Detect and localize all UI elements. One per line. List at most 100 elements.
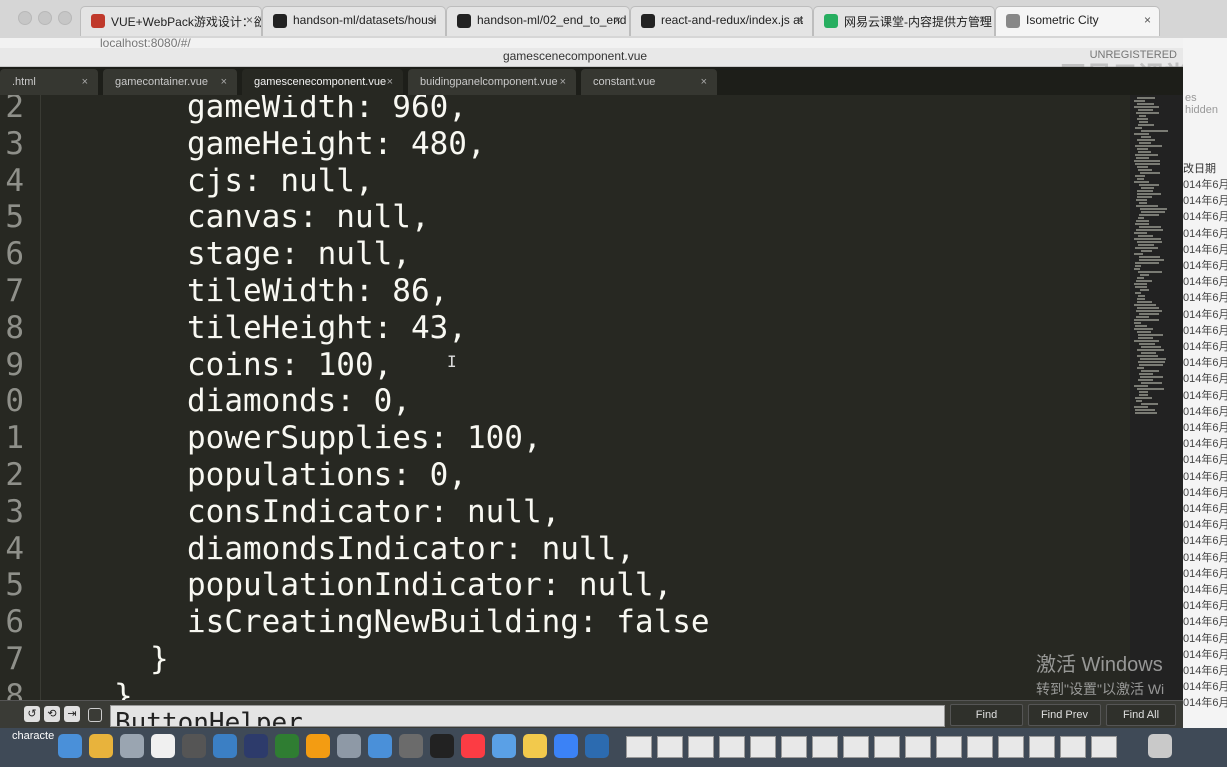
code-line[interactable]: 0 diamonds: 0, [0,383,1130,420]
code-text[interactable]: consIndicator: null, [187,494,560,531]
dock-document-thumbnail[interactable] [626,736,652,758]
code-line[interactable]: 4 cjs: null, [0,163,1130,200]
browser-tab[interactable]: 网易云课堂-内容提供方管理 × [813,6,995,36]
code-line[interactable]: 9 coins: 100, [0,347,1130,384]
find-button[interactable]: Find [950,704,1023,726]
trash-icon[interactable] [1148,734,1172,758]
code-line[interactable]: 3 consIndicator: null, [0,494,1130,531]
zoom-window-icon[interactable] [58,11,72,25]
code-line[interactable]: 5 canvas: null, [0,199,1130,236]
dock-document-thumbnail[interactable] [1060,736,1086,758]
editor-tab[interactable]: constant.vue × [581,69,717,95]
code-line[interactable]: 6 stage: null, [0,236,1130,273]
editor-tab[interactable]: .html × [0,69,98,95]
books-icon[interactable] [306,734,330,758]
code-text[interactable]: } [150,641,169,678]
code-text[interactable]: cjs: null, [187,163,374,200]
virtualbox-icon[interactable] [399,734,423,758]
close-tab-icon[interactable]: × [430,13,437,27]
case-icon[interactable]: ⟲ [44,706,60,722]
wrap-icon[interactable] [88,708,102,722]
dock-document-thumbnail[interactable] [781,736,807,758]
close-tab-icon[interactable]: × [797,13,804,27]
code-line[interactable]: 3 gameHeight: 480, [0,126,1130,163]
dock-document-thumbnail[interactable] [936,736,962,758]
close-tab-icon[interactable]: × [82,76,88,88]
browser-tab[interactable]: Isometric City × [995,6,1160,36]
sublime-icon[interactable] [182,734,206,758]
word-icon[interactable]: ⇥ [64,706,80,722]
code-line[interactable]: 7} [0,641,1130,678]
dock-document-thumbnail[interactable] [750,736,776,758]
code-text[interactable]: }, [114,678,151,700]
chrome-icon[interactable] [89,734,113,758]
close-tab-icon[interactable]: × [979,13,986,27]
code-line[interactable]: 8 tileHeight: 43, [0,310,1130,347]
dock-document-thumbnail[interactable] [688,736,714,758]
minimize-window-icon[interactable] [38,11,52,25]
find-all-button[interactable]: Find All [1106,704,1176,726]
browser-tab[interactable]: handson-ml/02_end_to_end × [446,6,630,36]
browser-tab[interactable]: react-and-redux/index.js at × [630,6,813,36]
address-url[interactable]: localhost:8080/#/ [100,38,191,48]
code-text[interactable]: canvas: null, [187,199,430,236]
code-line[interactable]: 2 populations: 0, [0,457,1130,494]
address-bar[interactable]: localhost:8080/#/ [0,38,1227,48]
close-tab-icon[interactable]: × [701,76,707,88]
dock-document-thumbnail[interactable] [967,736,993,758]
pokeball-icon[interactable] [213,734,237,758]
close-tab-icon[interactable]: × [560,76,566,88]
code-text[interactable]: diamondsIndicator: null, [187,531,635,568]
editor-tab[interactable]: gamescenecomponent.vue × [242,69,403,95]
code-line[interactable]: 5 populationIndicator: null, [0,567,1130,604]
code-line[interactable]: 8}, [0,678,1130,700]
code-editor[interactable]: 2 gameWidth: 960, 3 gameHeight: 480, 4 cjs: n… [0,95,1130,700]
code-text[interactable]: tileWidth: 86, [187,273,448,310]
code-line[interactable]: 2 gameWidth: 960, [0,95,1130,126]
close-tab-icon[interactable]: × [246,13,253,27]
code-line[interactable]: 1 powerSupplies: 100, [0,420,1130,457]
close-tab-icon[interactable]: × [1144,13,1151,27]
preview-icon[interactable] [337,734,361,758]
code-text[interactable]: isCreatingNewBuilding: false [187,604,710,641]
dock-document-thumbnail[interactable] [1091,736,1117,758]
dock-document-thumbnail[interactable] [874,736,900,758]
notes-icon[interactable] [151,734,175,758]
editor-tab[interactable]: gamecontainer.vue × [103,69,237,95]
dock-document-thumbnail[interactable] [719,736,745,758]
code-text[interactable]: populationIndicator: null, [187,567,672,604]
minimap[interactable] [1130,95,1183,700]
code-text[interactable]: diamonds: 0, [187,383,411,420]
browser-tab[interactable]: VUE+WebPack游戏设计：欲 × [80,6,262,36]
safari-icon[interactable] [554,734,578,758]
finder-icon[interactable] [58,734,82,758]
find-input[interactable]: ButtonHelper [110,705,945,727]
code-line[interactable]: 6 isCreatingNewBuilding: false [0,604,1130,641]
dock-document-thumbnail[interactable] [905,736,931,758]
launchpad-icon[interactable] [120,734,144,758]
code-text[interactable]: gameWidth: 960, [187,95,467,126]
terminal-icon[interactable] [430,734,454,758]
eclipse-icon[interactable] [244,734,268,758]
code-line[interactable]: 4 diamondsIndicator: null, [0,531,1130,568]
photos-icon[interactable] [492,734,516,758]
dock-document-thumbnail[interactable] [998,736,1024,758]
dock-document-thumbnail[interactable] [1029,736,1055,758]
code-text[interactable]: gameHeight: 480, [187,126,486,163]
code-line[interactable]: 7 tileWidth: 86, [0,273,1130,310]
code-text[interactable]: stage: null, [187,236,411,273]
close-window-icon[interactable] [18,11,32,25]
code-text[interactable]: populations: 0, [187,457,467,494]
itunes-icon[interactable] [461,734,485,758]
editor-tab[interactable]: buidingpanelcomponent.vue × [408,69,576,95]
browser-tab[interactable]: handson-ml/datasets/housi × [262,6,446,36]
folder-icon[interactable] [523,734,547,758]
quicktime-icon[interactable] [585,734,609,758]
code-text[interactable]: powerSupplies: 100, [187,420,542,457]
screen-share-icon[interactable] [368,734,392,758]
dock-document-thumbnail[interactable] [657,736,683,758]
close-tab-icon[interactable]: × [387,76,393,88]
regex-icon[interactable]: ↺ [24,706,40,722]
close-tab-icon[interactable]: × [614,13,621,27]
dock-document-thumbnail[interactable] [812,736,838,758]
